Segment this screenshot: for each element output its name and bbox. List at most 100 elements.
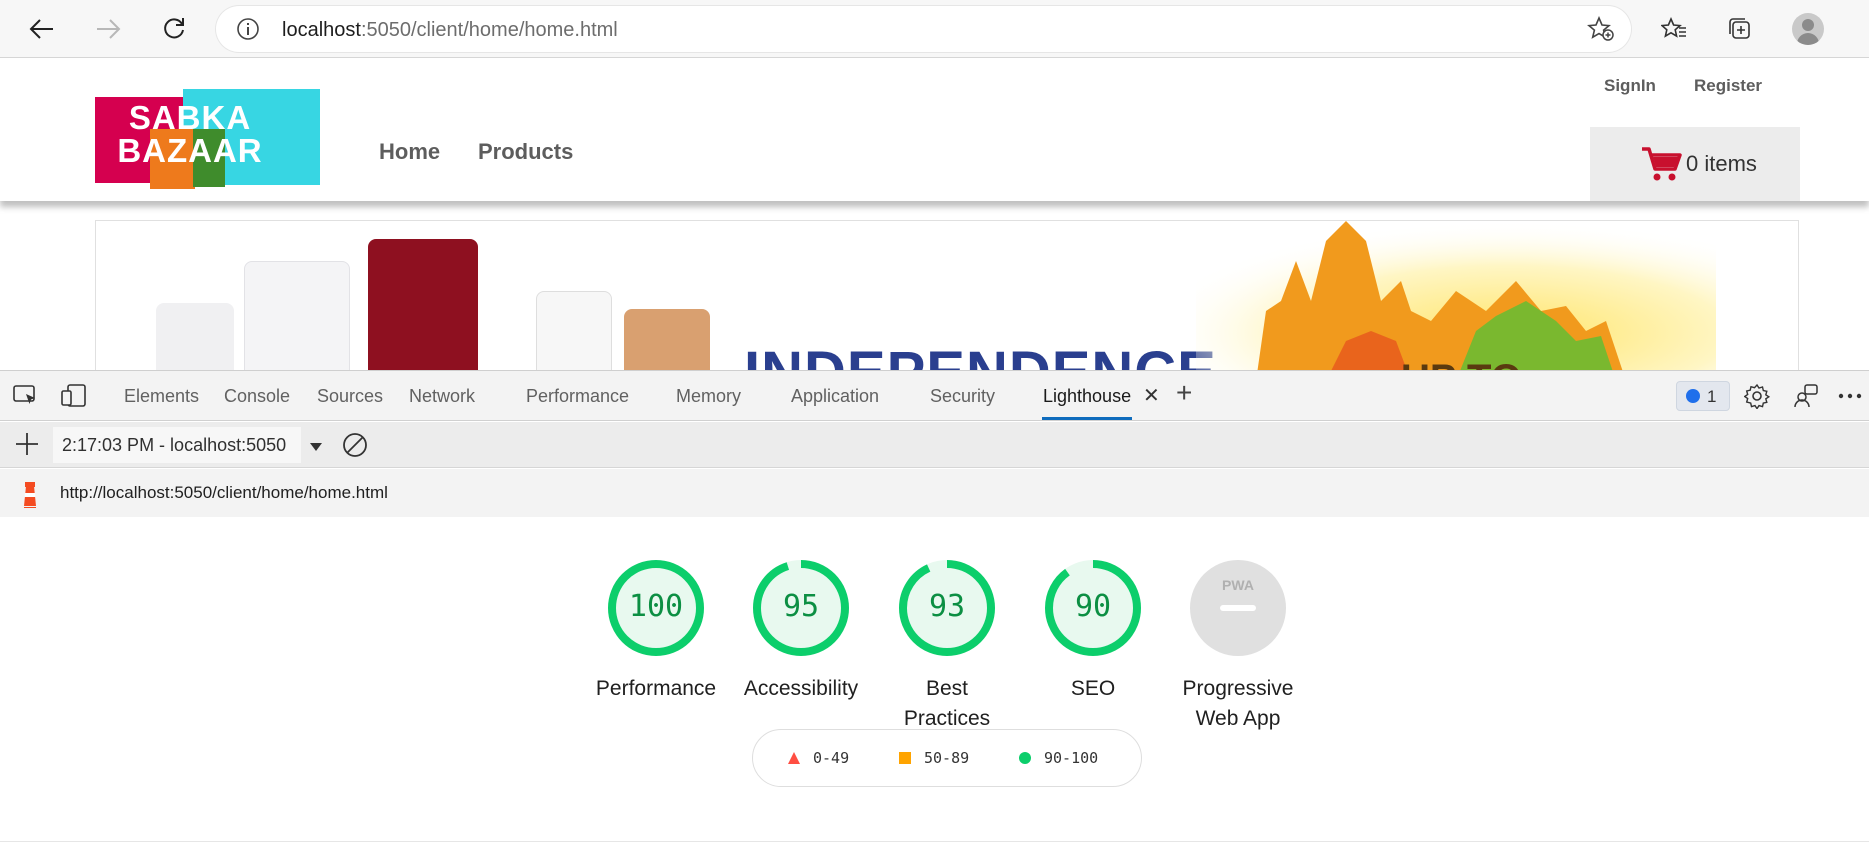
pwa-label-line-2: Web App (1195, 707, 1281, 730)
tab-memory[interactable]: Memory (676, 386, 741, 407)
url-host: localhost (282, 19, 361, 41)
back-arrow-icon (29, 19, 53, 39)
seo-gauge[interactable]: 90 SEO (1023, 558, 1163, 704)
lighthouse-scores: 100 Performance 95 Accessibility 93 Best Pract… (0, 518, 1869, 853)
performance-gauge[interactable]: 100 Performance (586, 558, 726, 704)
tab-security[interactable]: Security (930, 386, 995, 407)
performance-label-line-1: Performance (595, 677, 717, 700)
performance-label: Performance (586, 674, 726, 704)
report-selector-value: 2:17:03 PM - localhost:5050 (62, 435, 287, 455)
accessibility-gauge[interactable]: 95 Accessibility (731, 558, 871, 704)
divider (0, 841, 1869, 842)
url-path: :5050/client/home/home.html (360, 19, 618, 41)
banner-product-bottle-3 (368, 239, 478, 372)
web-page: SABKA BAZAAR Home Products SignIn Regist… (0, 59, 1869, 372)
collections-button[interactable] (1723, 12, 1757, 46)
message-icon (1686, 389, 1700, 403)
logo-line-2: BAZAAR (117, 132, 263, 169)
register-link[interactable]: Register (1694, 76, 1762, 96)
score-legend: 0-49 50-89 90-100 (752, 729, 1142, 787)
banner-headline: INDEPENDENCE (744, 339, 1217, 372)
avatar-head (1802, 19, 1814, 31)
cart-button[interactable]: 0 items (1590, 127, 1800, 201)
report-url[interactable]: http://localhost:5050/client/home/home.h… (60, 483, 388, 503)
banner-product-bottle-2 (244, 261, 350, 372)
banner-monument-graphic (1196, 221, 1716, 372)
site-header: SABKA BAZAAR Home Products SignIn Regist… (0, 59, 1869, 201)
accessibility-score: 95 (782, 589, 820, 624)
lighthouse-icon (19, 480, 41, 513)
legend-fail-range: 0-49 (813, 749, 850, 767)
seo-label: SEO (1023, 674, 1163, 704)
device-emulation-icon[interactable] (60, 383, 88, 409)
banner-product-bottle-1 (156, 303, 234, 372)
feedback-icon[interactable] (1792, 383, 1820, 409)
active-tab-indicator (1042, 417, 1132, 420)
avatar-body (1797, 33, 1819, 45)
performance-score: 100 (628, 589, 684, 624)
issues-badge[interactable]: 1 (1676, 381, 1730, 411)
site-info-icon[interactable] (236, 17, 260, 46)
logo-line-1: SABKA (128, 99, 252, 136)
nav-home-link[interactable]: Home (379, 139, 440, 165)
profile-avatar[interactable] (1792, 13, 1824, 45)
promo-banner[interactable]: INDEPENDENCE UP TO (95, 220, 1799, 372)
pwa-badge-icon: PWA (1190, 560, 1286, 656)
tab-elements[interactable]: Elements (124, 386, 199, 407)
signin-link[interactable]: SignIn (1604, 76, 1656, 96)
refresh-icon (164, 18, 184, 39)
pwa-gauge[interactable]: PWA Progressive Web App (1168, 558, 1308, 734)
accessibility-label-line-1: Accessibility (743, 677, 859, 700)
tab-lighthouse[interactable]: Lighthouse (1043, 386, 1131, 407)
accessibility-label: Accessibility (731, 674, 871, 704)
browser-toolbar: localhost:5050/client/home/home.html (0, 0, 1869, 58)
settings-gear-icon[interactable] (1743, 383, 1771, 409)
forward-button[interactable] (88, 9, 128, 49)
best-practices-gauge[interactable]: 93 Best Practices (877, 558, 1017, 734)
report-selector[interactable]: 2:17:03 PM - localhost:5050 (53, 427, 301, 463)
collections-icon (1729, 18, 1750, 39)
back-button[interactable] (22, 9, 62, 49)
address-bar[interactable]: localhost:5050/client/home/home.html (216, 6, 1631, 52)
tab-sources[interactable]: Sources (317, 386, 383, 407)
banner-product-bottle-4 (536, 291, 612, 372)
logo-text: SABKA BAZAAR (95, 101, 285, 167)
add-favorite-icon[interactable] (1587, 15, 1615, 47)
legend-average-range: 50-89 (924, 749, 970, 767)
tab-performance[interactable]: Performance (526, 386, 629, 407)
pwa-label-line-1: Progressive (1182, 677, 1294, 700)
screen: localhost:5050/client/home/home.html SAB… (0, 0, 1869, 853)
legend-pass-range: 90-100 (1044, 749, 1099, 767)
clear-reports-icon[interactable] (342, 432, 368, 463)
add-tool-icon[interactable]: + (1176, 379, 1192, 407)
sabka-bazaar-logo[interactable]: SABKA BAZAAR (95, 89, 320, 191)
issues-count: 1 (1707, 387, 1717, 406)
devtools-tabbar: Elements Console Sources Network Perform… (0, 371, 1869, 421)
favorites-star-icon (1661, 17, 1686, 38)
shopping-cart-icon (1640, 145, 1682, 188)
new-report-icon[interactable] (14, 431, 40, 462)
seo-label-line-1: SEO (1070, 677, 1116, 700)
favorites-button[interactable] (1657, 12, 1691, 46)
close-tab-icon[interactable]: ✕ (1143, 383, 1160, 408)
inspect-element-icon[interactable] (12, 383, 40, 409)
best-practices-score: 93 (928, 589, 966, 624)
tab-application[interactable]: Application (791, 386, 879, 407)
legend-average: 50-89 (898, 749, 969, 767)
report-dropdown-icon[interactable] (309, 439, 323, 457)
tab-console[interactable]: Console (224, 386, 290, 407)
pwa-badge-text: PWA (1222, 577, 1254, 593)
best-practices-label-line-1: Best (925, 677, 969, 700)
more-options-icon[interactable] (1836, 383, 1864, 409)
seo-score: 90 (1074, 589, 1112, 624)
report-url-bar: http://localhost:5050/client/home/home.h… (0, 469, 1869, 517)
average-square-icon (899, 752, 911, 764)
refresh-button[interactable] (154, 9, 194, 49)
address-url[interactable]: localhost:5050/client/home/home.html (282, 19, 618, 42)
nav-products-link[interactable]: Products (478, 139, 573, 165)
fail-triangle-icon (788, 752, 800, 764)
legend-fail: 0-49 (787, 749, 849, 767)
tab-network[interactable]: Network (409, 386, 475, 407)
forward-arrow-icon (97, 19, 121, 39)
legend-pass: 90-100 (1018, 749, 1098, 767)
